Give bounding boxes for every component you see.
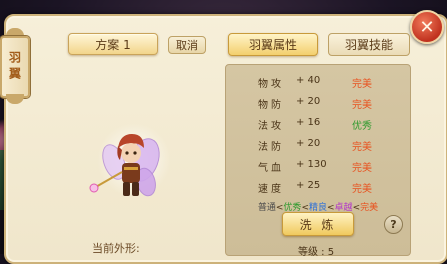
stat-name: 物攻 [258, 79, 284, 90]
stat-row-physical-attack: 物攻 + 40 完美 [226, 71, 410, 91]
stat-value: + 130 [296, 159, 327, 170]
legend-perfect: 完美 [360, 203, 379, 213]
stat-grade: 完美 [352, 79, 372, 90]
stat-value: + 16 [296, 117, 321, 128]
help-icon[interactable]: ? [384, 215, 403, 234]
refine-button[interactable]: 洗 炼 [282, 212, 354, 236]
stat-name: 法攻 [258, 121, 284, 132]
stat-value: + 20 [296, 96, 321, 107]
stat-row-magic-attack: 法攻 + 16 优秀 [226, 113, 410, 133]
stat-grade: 完美 [352, 142, 372, 153]
stat-value: + 40 [296, 75, 321, 86]
tab-wing-skills[interactable]: 羽翼技能 [328, 33, 410, 56]
stat-row-speed: 速度 + 25 完美 [226, 176, 410, 196]
stat-value: + 20 [296, 138, 321, 149]
stat-grade: 完美 [352, 100, 372, 111]
stat-name: 气血 [258, 163, 284, 174]
stat-grade: 完美 [352, 184, 372, 195]
winged-character-figure [89, 134, 160, 197]
stat-grade: 优秀 [352, 121, 372, 132]
close-icon[interactable]: ✕ [410, 10, 444, 44]
stat-name: 物防 [258, 100, 284, 111]
scheme-button[interactable]: 方案 1 [68, 33, 158, 55]
stat-row-physical-defense: 物防 + 20 完美 [226, 92, 410, 112]
stat-value: + 25 [296, 180, 321, 191]
character-portrait [88, 120, 178, 220]
tab-wing-attributes[interactable]: 羽翼属性 [228, 33, 318, 56]
stat-name: 速度 [258, 184, 284, 195]
stat-row-health: 气血 + 130 完美 [226, 155, 410, 175]
legend-separator: < [352, 203, 361, 213]
wing-level: 等级 : 5 [298, 247, 335, 258]
side-tab-wings[interactable]: 羽翼 [0, 36, 30, 98]
stat-name: 法防 [258, 142, 284, 153]
legend-normal: 普通 [257, 203, 276, 213]
stat-grade: 完美 [352, 163, 372, 174]
cancel-button[interactable]: 取消 [168, 36, 206, 54]
stat-row-magic-defense: 法防 + 20 完美 [226, 134, 410, 154]
